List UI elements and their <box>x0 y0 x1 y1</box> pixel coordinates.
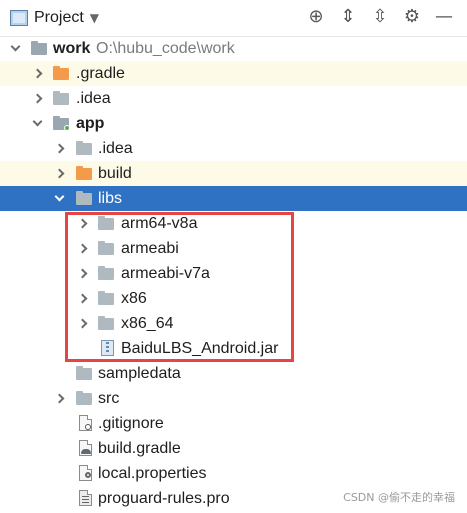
tree-label-gradle: .gradle <box>76 65 125 82</box>
chevron-right-icon[interactable] <box>76 265 88 281</box>
tree-label-build-gradle: build.gradle <box>98 440 181 457</box>
project-title: Project <box>34 9 84 26</box>
chevron-right-icon[interactable] <box>76 315 88 331</box>
tree-row-gradle[interactable]: .gradle <box>0 61 467 86</box>
tree-label-idea: .idea <box>76 90 111 107</box>
tree-row-libs[interactable]: libs <box>0 186 467 211</box>
tree-label-x86: x86 <box>121 290 147 307</box>
gray-folder-icon <box>98 266 114 280</box>
csdn-watermark: CSDN @偷不走的幸福 <box>343 491 455 504</box>
expand-all-icon[interactable]: ⇕ <box>337 6 359 28</box>
gray-folder-icon <box>98 216 114 230</box>
gray-folder-icon <box>98 241 114 255</box>
tree-row-idea-app[interactable]: .idea <box>0 136 467 161</box>
tree-label-arm64-v8a: arm64-v8a <box>121 215 198 232</box>
tree-row-x86-64[interactable]: x86_64 <box>0 311 467 336</box>
project-view-selector[interactable]: Project ▼ <box>10 8 99 28</box>
tree-label-armeabi: armeabi <box>121 240 179 257</box>
tree-row-build[interactable]: build <box>0 161 467 186</box>
settings-icon[interactable]: ⚙ <box>401 6 423 28</box>
chevron-right-icon[interactable] <box>76 240 88 256</box>
chevron-right-icon[interactable] <box>31 90 43 106</box>
chevron-right-icon[interactable] <box>76 290 88 306</box>
gray-folder-icon <box>98 316 114 330</box>
properties-icon <box>79 465 92 481</box>
tree-row-arm64-v8a[interactable]: arm64-v8a <box>0 211 467 236</box>
tree-label-src: src <box>98 390 120 407</box>
gray-folder-icon <box>76 141 92 155</box>
gitignore-icon <box>79 415 92 431</box>
tree-label-idea-app: .idea <box>98 140 133 157</box>
tree-row-local-properties[interactable]: local.properties <box>0 461 467 486</box>
tree-row-src[interactable]: src <box>0 386 467 411</box>
chevron-down-icon[interactable] <box>31 115 43 131</box>
tree-label-armeabi-v7a: armeabi-v7a <box>121 265 210 282</box>
tree-row-armeabi-v7a[interactable]: armeabi-v7a <box>0 261 467 286</box>
chevron-down-icon[interactable] <box>9 40 21 56</box>
module-folder-icon <box>31 41 47 55</box>
project-path-label: O:\hubu_code\work <box>96 40 235 57</box>
module-folder-icon <box>53 116 70 131</box>
tree-row-x86[interactable]: x86 <box>0 286 467 311</box>
tree-row-gitignore[interactable]: .gitignore <box>0 411 467 436</box>
tree-row-sampledata[interactable]: sampledata <box>0 361 467 386</box>
tree-row-idea-root[interactable]: .idea <box>0 86 467 111</box>
chevron-right-icon[interactable] <box>53 390 65 406</box>
chevron-right-icon[interactable] <box>76 215 88 231</box>
gray-folder-icon <box>98 291 114 305</box>
project-tool-window-header: Project ▼ ⊕ ⇕ ⇳ ⚙ — <box>0 0 467 37</box>
project-tree: work O:\hubu_code\work .gradle .idea app… <box>0 36 467 513</box>
proguard-icon <box>79 490 92 506</box>
tree-row-app[interactable]: app <box>0 111 467 136</box>
tree-row-armeabi[interactable]: armeabi <box>0 236 467 261</box>
tree-row-build-gradle[interactable]: build.gradle <box>0 436 467 461</box>
collapse-all-icon[interactable]: ⇳ <box>369 6 391 28</box>
tree-row-baidulbs-jar[interactable]: BaiduLBS_Android.jar <box>0 336 467 361</box>
tree-row-work[interactable]: work O:\hubu_code\work <box>0 36 467 61</box>
tree-label-build: build <box>98 165 132 182</box>
gradle-icon <box>79 440 92 456</box>
chevron-down-icon[interactable]: ▼ <box>90 8 99 28</box>
orange-folder-icon <box>53 66 69 80</box>
tree-label-sampledata: sampledata <box>98 365 181 382</box>
tree-label-app: app <box>76 115 105 132</box>
tree-label-gitignore: .gitignore <box>98 415 164 432</box>
gray-folder-icon <box>76 366 92 380</box>
tree-label-baidulbs-jar: BaiduLBS_Android.jar <box>121 340 279 357</box>
gray-folder-icon <box>53 91 69 105</box>
gray-folder-icon <box>76 191 92 205</box>
chevron-right-icon[interactable] <box>31 65 43 81</box>
module-status-dot <box>64 125 70 131</box>
tree-label-local-properties: local.properties <box>98 465 207 482</box>
hide-icon[interactable]: — <box>433 6 455 28</box>
tree-label-work: work <box>53 40 91 57</box>
tree-label-libs: libs <box>98 190 123 207</box>
locate-icon[interactable]: ⊕ <box>305 6 327 28</box>
chevron-right-icon[interactable] <box>53 140 65 156</box>
gray-folder-icon <box>76 391 92 405</box>
tree-label-x86-64: x86_64 <box>121 315 174 332</box>
orange-folder-icon <box>76 166 92 180</box>
project-view-icon <box>10 10 28 26</box>
chevron-right-icon[interactable] <box>53 165 65 181</box>
toolbar-actions: ⊕ ⇕ ⇳ ⚙ — <box>305 6 455 28</box>
chevron-down-icon[interactable] <box>53 190 65 206</box>
jar-icon <box>101 340 114 356</box>
tree-label-proguard-rules: proguard-rules.pro <box>98 490 230 507</box>
